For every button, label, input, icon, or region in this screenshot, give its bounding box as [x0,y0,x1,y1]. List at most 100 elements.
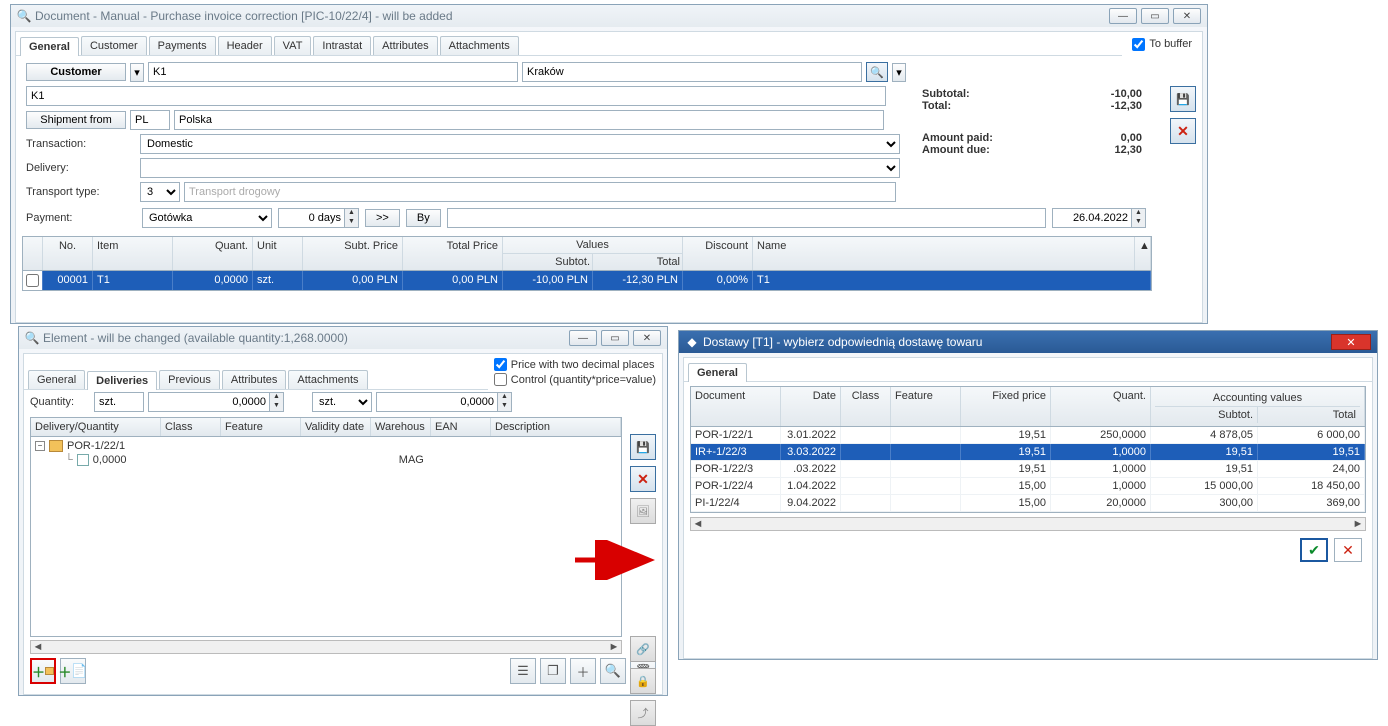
dostawy-title: Dostawy [T1] - wybierz odpowiednią dosta… [703,335,982,349]
app-icon: ◆ [685,335,699,349]
control-checkbox[interactable]: Control (quantity*price=value) [494,373,656,386]
el-tab-attachments[interactable]: Attachments [288,370,367,389]
image-icon[interactable]: 🖼 [630,498,656,524]
el-tab-previous[interactable]: Previous [159,370,220,389]
customer-drop-button[interactable]: ▾ [130,63,144,82]
element-window: 🔍 Element - will be changed (available q… [18,326,668,696]
lock-icon[interactable]: 🔒 [630,668,656,694]
doc-icon [77,454,89,466]
cancel-icon[interactable]: ✕ [630,466,656,492]
payment-note-input[interactable] [447,208,1046,228]
export-icon[interactable]: ⤴ [630,700,656,726]
payment-days-spinner[interactable]: ▲▼ [278,208,359,228]
arrow-annotation [570,540,660,580]
tree-child-row[interactable]: └ 0,0000 MAG [35,453,617,467]
item-row[interactable]: 00001 T1 0,0000 szt. 0,00 PLN 0,00 PLN -… [23,271,1151,290]
dostawy-tab-general[interactable]: General [688,363,747,382]
delivery-tree-grid: Delivery/Quantity Class Feature Validity… [30,417,622,637]
transport-label: Transport type: [26,186,136,198]
tab-payments[interactable]: Payments [149,36,216,55]
delivery-row[interactable]: POR-1/22/41.04.202215,001,000015 000,001… [691,478,1365,495]
main-title: Document - Manual - Purchase invoice cor… [35,9,453,23]
qty-unit1 [94,392,144,412]
shipment-button[interactable]: Shipment from [26,111,126,129]
delivery-row[interactable]: IR+-1/22/33.03.202219,511,000019,5119,51 [691,444,1365,461]
folder-icon [49,440,63,452]
delivery-row[interactable]: POR-1/22/13.01.202219,51250,00004 878,05… [691,427,1365,444]
customer-city-input[interactable] [522,62,862,82]
close-button[interactable]: ✕ [1173,8,1201,24]
price-decimal-checkbox[interactable]: Price with two decimal places [494,358,656,371]
payment-method-select[interactable]: Gotówka [142,208,272,228]
customer-code-input[interactable] [148,62,518,82]
tree-scroll[interactable]: ◄► [30,640,622,654]
shipment-name-input[interactable] [174,110,884,130]
tab-attachments[interactable]: Attachments [440,36,519,55]
delivery-select[interactable] [140,158,900,178]
save-icon[interactable]: 💾 [630,434,656,460]
tab-general[interactable]: General [20,37,79,56]
payment-date-spinner[interactable]: ▲▼ [1052,208,1146,228]
plus-icon[interactable]: ＋ [570,658,596,684]
el-tab-general[interactable]: General [28,370,85,389]
el-tab-deliveries[interactable]: Deliveries [87,371,157,390]
element-titlebar: 🔍 Element - will be changed (available q… [19,327,667,349]
transaction-select[interactable]: Domestic [140,134,900,154]
close-button[interactable]: ✕ [633,330,661,346]
to-buffer-checkbox[interactable]: To buffer [1122,34,1202,55]
payment-label: Payment: [26,212,136,224]
transaction-label: Transaction: [26,138,136,150]
maximize-button[interactable]: ▭ [1141,8,1169,24]
customer-button[interactable]: Customer [26,63,126,81]
close-button[interactable]: ✕ [1331,334,1371,350]
tab-header[interactable]: Header [218,36,272,55]
minimize-button[interactable]: — [569,330,597,346]
tab-attributes[interactable]: Attributes [373,36,437,55]
add-doc-button[interactable]: ＋📄 [60,658,86,684]
list-icon[interactable]: ☰ [510,658,536,684]
customer-search-drop[interactable]: ▾ [892,63,906,82]
summary-panel: Subtotal:-10,00 Total:-12,30 Amount paid… [922,88,1142,156]
dostawy-titlebar: ◆ Dostawy [T1] - wybierz odpowiednią dos… [679,331,1377,353]
tab-vat[interactable]: VAT [274,36,312,55]
delivery-row[interactable]: PI-1/22/49.04.202215,0020,0000300,00369,… [691,495,1365,512]
maximize-button[interactable]: ▭ [601,330,629,346]
dostawy-window: ◆ Dostawy [T1] - wybierz odpowiednią dos… [678,330,1378,660]
customer-full-input[interactable] [26,86,886,106]
main-tabs: General Customer Payments Header VAT Int… [16,32,1122,56]
qty1-spinner[interactable]: ▲▼ [148,392,284,412]
copy-icon[interactable]: ❐ [540,658,566,684]
confirm-button[interactable]: ✔ [1300,538,1328,562]
cancel-button[interactable]: ✕ [1334,538,1362,562]
delivery-label: Delivery: [26,162,136,174]
tree-root-row[interactable]: − POR-1/22/1 [35,439,617,453]
cancel-icon[interactable]: ✕ [1170,118,1196,144]
save-icon[interactable]: 💾 [1170,86,1196,112]
payment-go-button[interactable]: >> [365,209,400,227]
magnify-icon: 🔍 [25,331,39,345]
tab-intrastat[interactable]: Intrastat [313,36,371,55]
shipment-code-input[interactable] [130,110,170,130]
search-icon[interactable]: 🔍 [600,658,626,684]
collapse-icon[interactable]: − [35,441,45,451]
qty-unit2-select[interactable]: szt. [312,392,372,412]
el-tab-attributes[interactable]: Attributes [222,370,286,389]
element-title: Element - will be changed (available qua… [43,331,348,345]
transport-name-input[interactable] [184,182,896,202]
dostawy-scroll[interactable]: ◄► [690,517,1366,531]
tab-customer[interactable]: Customer [81,36,147,55]
delivery-row[interactable]: POR-1/22/3.03.202219,511,000019,5124,00 [691,461,1365,478]
payment-by-button[interactable]: By [406,209,441,227]
magnify-icon: 🔍 [17,9,31,23]
deliveries-grid: Document Date Class Feature Fixed price … [690,386,1366,513]
quantity-label: Quantity: [30,396,90,408]
customer-search-icon[interactable]: 🔍 [866,62,888,82]
add-folder-button[interactable]: ＋ [30,658,56,684]
main-document-window: 🔍 Document - Manual - Purchase invoice c… [10,4,1208,324]
main-titlebar: 🔍 Document - Manual - Purchase invoice c… [11,5,1207,27]
transport-code-select[interactable]: 3 [140,182,180,202]
minimize-button[interactable]: — [1109,8,1137,24]
items-grid: No. Item Quant. Unit Subt. Price Total P… [22,236,1152,291]
link-icon[interactable]: 🔗 [630,636,656,662]
qty2-spinner[interactable]: ▲▼ [376,392,512,412]
